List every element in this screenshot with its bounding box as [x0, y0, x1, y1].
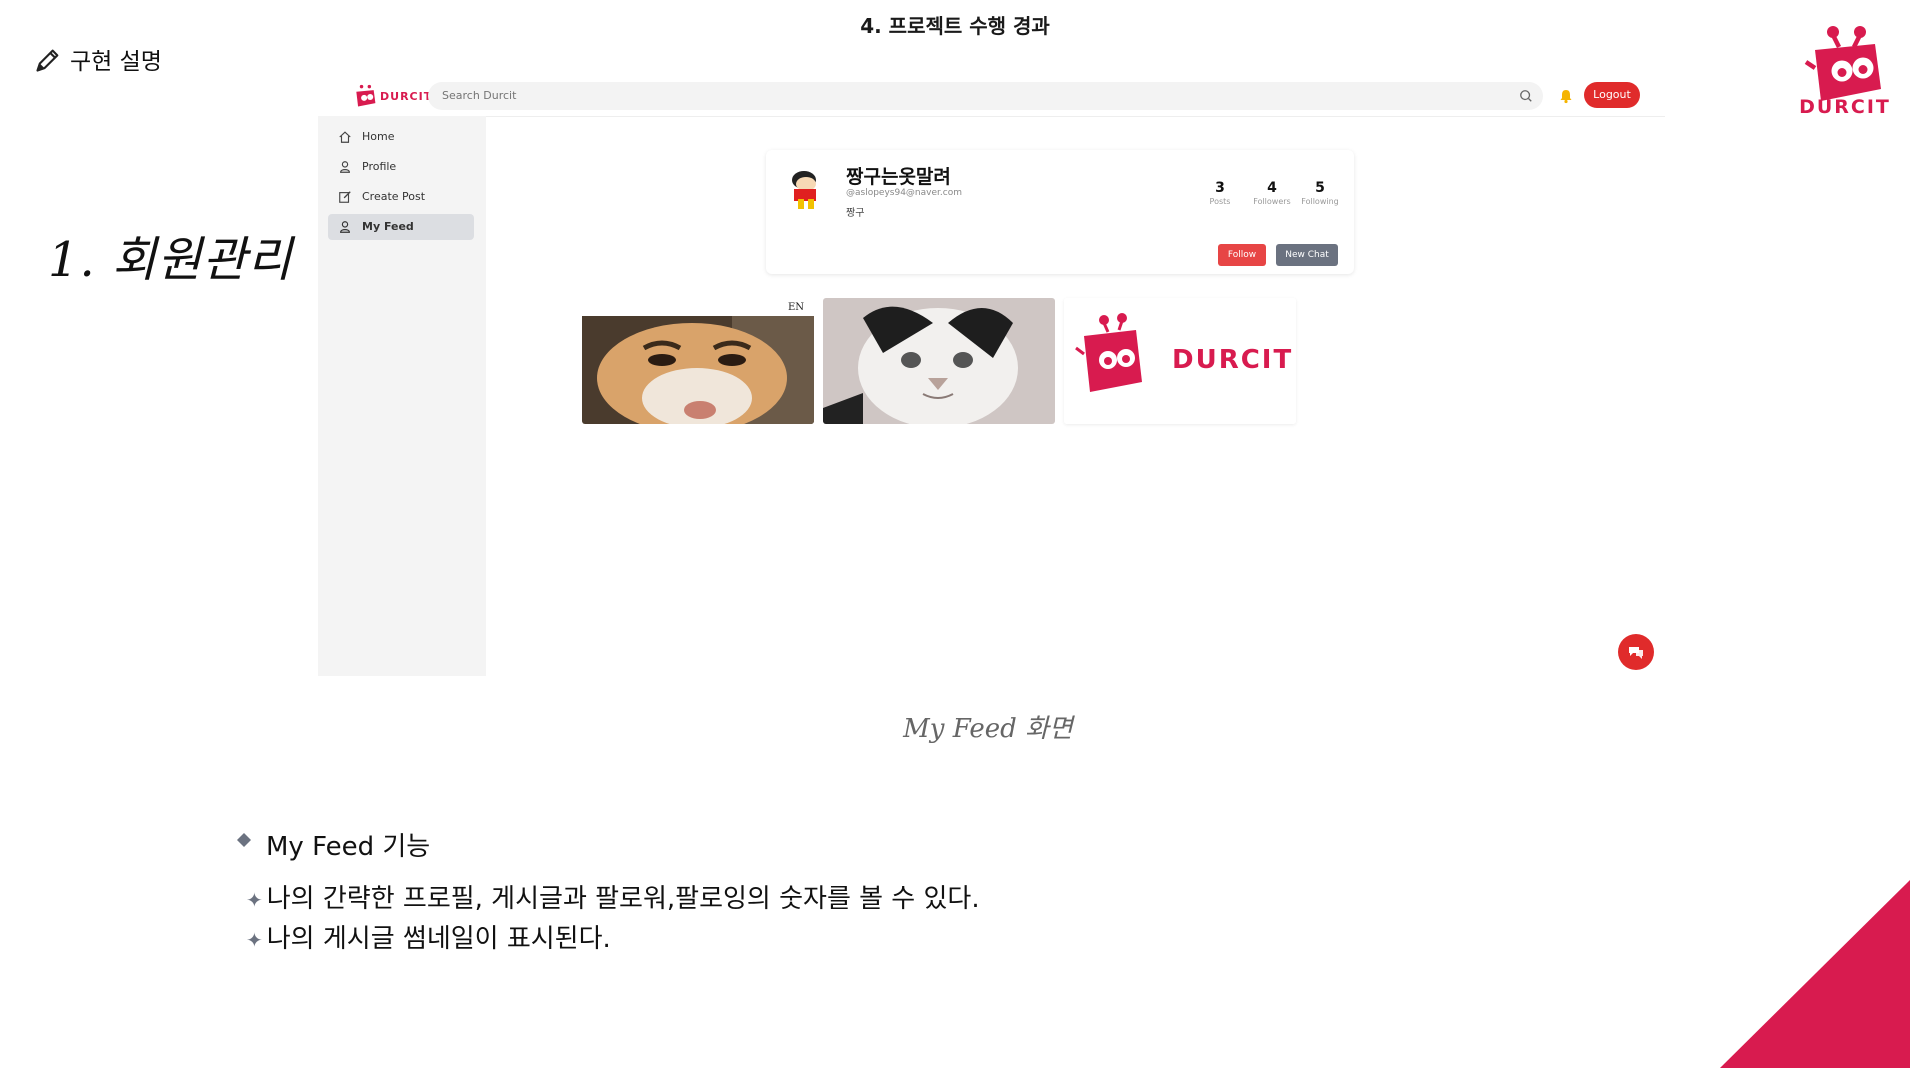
screenshot-caption: My Feed 화면 — [903, 714, 1073, 744]
search-input[interactable] — [440, 88, 1504, 103]
following-label: Following — [1301, 197, 1339, 206]
slide-title: 4. 프로젝트 수행 경과 — [860, 14, 1050, 38]
post-thumbnail[interactable] — [823, 298, 1055, 424]
sidebar: Home Profile Create Post My Feed — [318, 116, 486, 676]
feature-item-text: 나의 간략한 프로필, 게시글과 팔로워,팔로잉의 숫자를 볼 수 있다. — [266, 884, 980, 914]
app-header: DURCIT Logout — [318, 78, 1665, 117]
post-thumbnail[interactable]: EN — [582, 298, 814, 424]
sidebar-item-label: My Feed — [362, 220, 414, 233]
pencil-icon — [36, 49, 59, 72]
section-label: 구현 설명 — [70, 49, 162, 75]
chat-icon — [1629, 647, 1643, 659]
profile-bio: 짱구 — [846, 208, 865, 219]
sidebar-item-label: Create Post — [362, 190, 426, 203]
brand-logo-text: DURCIT — [1799, 96, 1891, 118]
followers-count: 4 — [1267, 180, 1277, 196]
feature-item: ✦ 나의 게시글 썸네일이 표시된다. — [246, 918, 611, 955]
profile-email: @aslopeys94@naver.com — [846, 188, 962, 198]
post-thumbnail[interactable]: DURCIT — [1064, 298, 1296, 424]
following-stat[interactable]: 5 Following — [1296, 180, 1344, 206]
avatar — [780, 164, 830, 214]
thumbnail-corner-text: EN — [788, 302, 804, 313]
bell-icon[interactable] — [1558, 88, 1574, 104]
edit-icon — [339, 191, 351, 203]
following-count: 5 — [1315, 180, 1325, 196]
sidebar-item-create-post[interactable]: Create Post — [328, 184, 474, 210]
posts-stat: 3 Posts — [1196, 180, 1244, 206]
followers-label: Followers — [1253, 197, 1291, 206]
profile-name: 짱구는옷말려 — [846, 166, 951, 188]
user-icon — [340, 161, 350, 173]
thumbnail-logo-text: DURCIT — [1172, 345, 1293, 375]
sidebar-item-home[interactable]: Home — [328, 124, 474, 150]
search-icon[interactable] — [1519, 89, 1533, 103]
user-icon — [340, 221, 350, 233]
app-logo-text[interactable]: DURCIT — [380, 90, 432, 103]
posts-count: 3 — [1215, 180, 1225, 196]
chat-button[interactable] — [1618, 634, 1654, 670]
feature-heading: My Feed 기능 — [266, 832, 431, 862]
sidebar-item-label: Home — [362, 130, 395, 143]
follow-button[interactable]: Follow — [1218, 244, 1266, 266]
section-heading: 1. 회원관리 — [48, 232, 293, 288]
sidebar-item-label: Profile — [362, 160, 397, 173]
durcit-logo-icon[interactable] — [352, 83, 378, 111]
sidebar-item-profile[interactable]: Profile — [328, 154, 474, 180]
sidebar-item-my-feed[interactable]: My Feed — [328, 214, 474, 240]
posts-label: Posts — [1209, 197, 1231, 206]
star-bullet-icon: ✦ — [246, 928, 263, 952]
new-chat-button[interactable]: New Chat — [1276, 244, 1338, 266]
home-icon — [339, 131, 351, 143]
diamond-bullet-icon — [237, 833, 251, 847]
search-bar[interactable] — [428, 82, 1543, 110]
corner-decoration — [1720, 880, 1910, 1068]
feature-item-text: 나의 게시글 썸네일이 표시된다. — [266, 924, 611, 954]
profile-card: 짱구는옷말려 @aslopeys94@naver.com 짱구 3 Posts … — [766, 150, 1354, 274]
followers-stat[interactable]: 4 Followers — [1248, 180, 1296, 206]
app-screenshot: DURCIT Logout Home Profile — [318, 78, 1665, 676]
feature-item: ✦ 나의 간략한 프로필, 게시글과 팔로워,팔로잉의 숫자를 볼 수 있다. — [246, 878, 980, 915]
logout-button[interactable]: Logout — [1584, 82, 1640, 108]
star-bullet-icon: ✦ — [246, 888, 263, 912]
